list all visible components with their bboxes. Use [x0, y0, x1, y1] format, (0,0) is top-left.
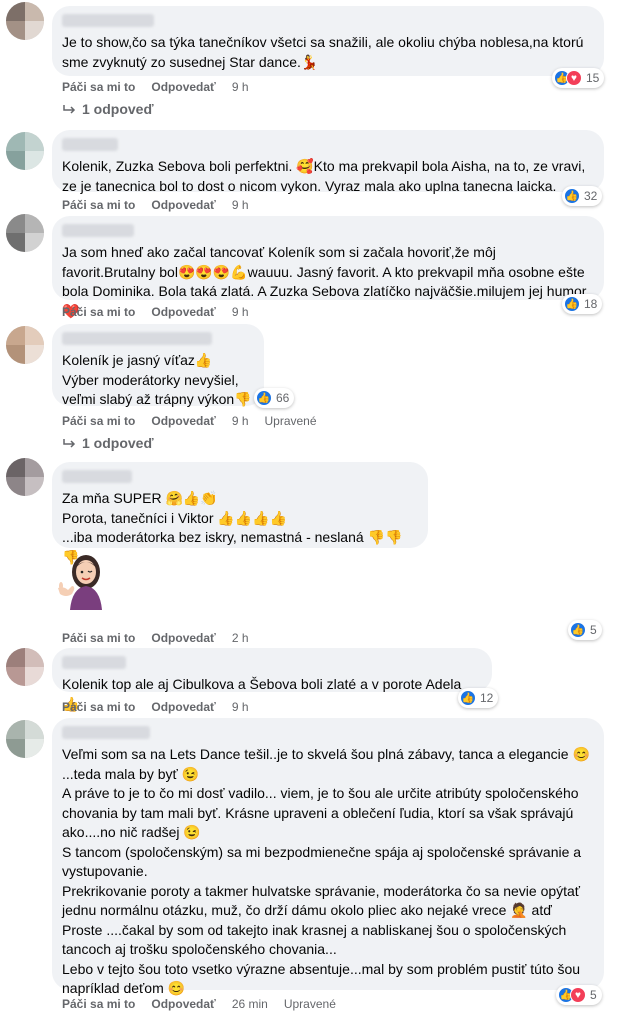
author-name-redacted[interactable] — [62, 656, 126, 669]
reactions-badge[interactable]: 👍 5 — [568, 620, 602, 640]
comment-actions: Páči sa mi to Odpovedať 2 h — [62, 631, 265, 645]
reactions-badge[interactable]: 👍 18 — [562, 294, 603, 314]
author-name-redacted[interactable] — [62, 138, 118, 151]
timestamp[interactable]: 26 min — [232, 997, 268, 1011]
avatar[interactable] — [6, 458, 44, 496]
comment-text: Kolenik, Zuzka Sebova boli perfektni. 🥰K… — [62, 158, 586, 194]
reply-arrow-icon — [63, 105, 76, 114]
love-icon: ♥ — [570, 987, 586, 1003]
reply-link[interactable]: Odpovedať — [151, 700, 215, 714]
like-link[interactable]: Páči sa mi to — [62, 305, 135, 319]
avatar[interactable] — [6, 720, 44, 758]
comment-actions: Páči sa mi to Odpovedať 26 min Upravené — [62, 997, 352, 1011]
like-icon: 👍 — [564, 188, 580, 204]
like-icon: 👍 — [256, 390, 272, 406]
like-link[interactable]: Páči sa mi to — [62, 80, 135, 94]
edited-label: Upravené — [283, 997, 336, 1011]
comment-actions: Páči sa mi to Odpovedať 9 h — [62, 700, 265, 714]
comment-actions: Páči sa mi to Odpovedať 9 h — [62, 198, 265, 212]
reactions-badge[interactable]: 👍 ♥ 5 — [556, 985, 602, 1005]
comment-bubble: Kolenik, Zuzka Sebova boli perfektni. 🥰K… — [52, 130, 604, 194]
like-link[interactable]: Páči sa mi to — [62, 414, 135, 428]
reactions-badge[interactable]: 👍 32 — [562, 186, 603, 206]
comment-actions: Páči sa mi to Odpovedať 9 h Upravené — [62, 414, 333, 428]
woman-thumbs-up-sticker — [58, 555, 102, 610]
reaction-count: 5 — [590, 623, 597, 637]
like-icon: 👍 — [460, 690, 476, 706]
timestamp[interactable]: 9 h — [232, 700, 249, 714]
like-link[interactable]: Páči sa mi to — [62, 198, 135, 212]
timestamp[interactable]: 9 h — [232, 198, 249, 212]
avatar[interactable] — [6, 214, 44, 252]
reply-link[interactable]: Odpovedať — [151, 198, 215, 212]
author-name-redacted[interactable] — [62, 726, 150, 739]
reply-link[interactable]: Odpovedať — [151, 80, 215, 94]
author-name-redacted[interactable] — [62, 332, 212, 345]
comment-bubble: Ja som hneď ako začal tancovať Koleník s… — [52, 216, 604, 319]
reactions-badge[interactable]: 👍 66 — [254, 388, 295, 408]
like-link[interactable]: Páči sa mi to — [62, 997, 135, 1011]
timestamp[interactable]: 9 h — [232, 414, 249, 428]
comment-bubble: Za mňa SUPER 🤗👍👏 Porota, tanečníci i Vik… — [52, 462, 428, 565]
comment-actions: Páči sa mi to Odpovedať 9 h — [62, 305, 265, 319]
reply-link[interactable]: Odpovedať — [151, 305, 215, 319]
comment-text: Je to show,čo sa týka tanečníkov všetci … — [62, 34, 584, 70]
reaction-count: 5 — [590, 988, 597, 1002]
view-replies[interactable]: 1 odpoveď — [62, 101, 154, 117]
author-name-redacted[interactable] — [62, 470, 132, 483]
comment-bubble: Veľmi som sa na Lets Dance tešil..je to … — [52, 718, 604, 996]
reactions-badge[interactable]: 👍 12 — [458, 688, 499, 708]
like-icon: 👍 — [570, 622, 586, 638]
view-replies[interactable]: 1 odpoveď — [62, 435, 154, 451]
comment-text: Za mňa SUPER 🤗👍👏 Porota, tanečníci i Vik… — [62, 490, 403, 565]
comment-actions: Páči sa mi to Odpovedať 9 h — [62, 80, 265, 94]
reaction-count: 18 — [584, 297, 598, 311]
comment-bubble: Je to show,čo sa týka tanečníkov všetci … — [52, 6, 604, 76]
avatar[interactable] — [6, 326, 44, 364]
like-icon: 👍 — [564, 296, 580, 312]
like-link[interactable]: Páči sa mi to — [62, 700, 135, 714]
reaction-count: 66 — [276, 391, 290, 405]
comment-text: Veľmi som sa na Lets Dance tešil..je to … — [62, 746, 590, 996]
replies-label: 1 odpoveď — [82, 435, 154, 451]
like-link[interactable]: Páči sa mi to — [62, 631, 135, 645]
avatar[interactable] — [6, 648, 44, 686]
reaction-count: 12 — [480, 691, 494, 705]
timestamp[interactable]: 9 h — [232, 80, 249, 94]
reply-arrow-icon — [63, 439, 76, 448]
author-name-redacted[interactable] — [62, 14, 154, 27]
comment-text: Koleník je jasný víťaz👍 Výber moderátork… — [62, 352, 252, 407]
reply-link[interactable]: Odpovedať — [151, 997, 215, 1011]
reply-link[interactable]: Odpovedať — [151, 631, 215, 645]
timestamp[interactable]: 2 h — [232, 631, 249, 645]
timestamp[interactable]: 9 h — [232, 305, 249, 319]
love-icon: ♥ — [566, 70, 582, 86]
edited-label: Upravené — [264, 414, 317, 428]
reaction-count: 15 — [586, 71, 600, 85]
comment-bubble: Koleník je jasný víťaz👍 Výber moderátork… — [52, 324, 264, 407]
author-name-redacted[interactable] — [62, 224, 134, 237]
comment-bubble: Kolenik top ale aj Cibulkova a Šebova bo… — [52, 648, 492, 712]
replies-label: 1 odpoveď — [82, 101, 154, 117]
avatar[interactable] — [6, 132, 44, 170]
avatar[interactable] — [6, 2, 44, 40]
reactions-badge[interactable]: 👍 ♥ 15 — [552, 68, 605, 88]
reaction-count: 32 — [584, 189, 598, 203]
reply-link[interactable]: Odpovedať — [151, 414, 215, 428]
